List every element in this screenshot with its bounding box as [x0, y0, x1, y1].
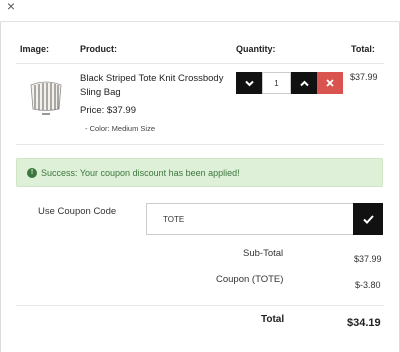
coupon-label: Use Coupon Code: [38, 206, 117, 217]
alert-message: Success: Your coupon discount has been a…: [41, 167, 240, 178]
chevron-up-icon: [299, 80, 309, 86]
header-image: Image:: [20, 44, 50, 54]
product-option: - Color: Medium Size: [85, 124, 156, 133]
close-icon: [326, 79, 334, 87]
cart-table-header: Image: Product: Quantity: Total:: [0, 42, 400, 64]
remove-item-button[interactable]: [317, 72, 343, 94]
close-icon[interactable]: ×: [3, 0, 19, 14]
total-value: $34.19: [347, 317, 381, 329]
coupon-discount-value: $-3.80: [355, 280, 381, 290]
top-bar: ×: [0, 0, 400, 22]
coupon-discount-label: Coupon (TOTE): [216, 274, 284, 285]
product-thumbnail[interactable]: [25, 75, 67, 119]
product-price: Price: $37.99: [80, 105, 136, 116]
quantity-input[interactable]: [262, 72, 291, 94]
summary-divider: [16, 305, 384, 306]
check-circle-icon: !: [27, 167, 37, 178]
header-divider: [16, 63, 384, 64]
total-label: Total: [261, 314, 285, 325]
success-alert: ! Success: Your coupon discount has been…: [16, 158, 383, 187]
header-product: Product:: [80, 44, 117, 54]
line-total: $37.99: [350, 72, 378, 82]
header-total: Total:: [351, 44, 375, 54]
checkmark-icon: [362, 214, 374, 224]
decrease-quantity-button[interactable]: [236, 72, 262, 94]
coupon-code-input[interactable]: [146, 203, 353, 235]
header-quantity: Quantity:: [236, 44, 276, 54]
subtotal-value: $37.99: [354, 254, 382, 264]
quantity-stepper: [236, 72, 343, 94]
increase-quantity-button[interactable]: [291, 72, 317, 94]
product-name-link[interactable]: Black Striped Tote Knit Crossbody Sling …: [80, 72, 230, 100]
apply-coupon-button[interactable]: [353, 203, 383, 235]
chevron-down-icon: [244, 80, 254, 86]
subtotal-label: Sub-Total: [243, 248, 284, 259]
row-divider: [16, 144, 384, 145]
